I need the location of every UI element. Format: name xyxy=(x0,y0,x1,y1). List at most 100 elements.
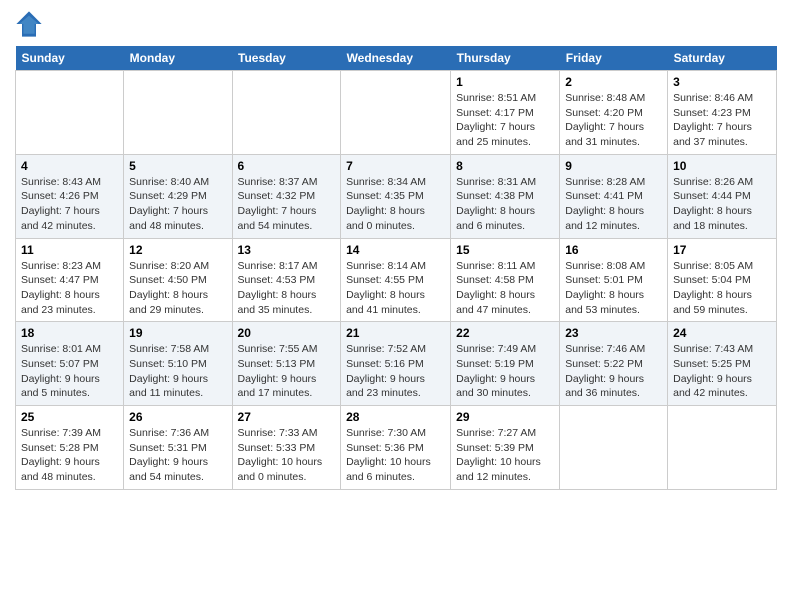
day-number: 27 xyxy=(238,410,336,424)
day-info: Sunrise: 7:52 AM Sunset: 5:16 PM Dayligh… xyxy=(346,342,445,401)
day-number: 12 xyxy=(129,243,226,257)
day-info: Sunrise: 7:27 AM Sunset: 5:39 PM Dayligh… xyxy=(456,426,554,485)
page-header xyxy=(15,10,777,38)
day-number: 20 xyxy=(238,326,336,340)
logo-icon xyxy=(15,10,43,38)
logo xyxy=(15,10,47,38)
day-number: 21 xyxy=(346,326,445,340)
week-row-5: 25 Sunrise: 7:39 AM Sunset: 5:28 PM Dayli… xyxy=(16,406,777,490)
day-number: 28 xyxy=(346,410,445,424)
day-cell: 7 Sunrise: 8:34 AM Sunset: 4:35 PM Daylig… xyxy=(341,154,451,238)
day-info: Sunrise: 8:51 AM Sunset: 4:17 PM Dayligh… xyxy=(456,91,554,150)
day-number: 22 xyxy=(456,326,554,340)
day-info: Sunrise: 8:20 AM Sunset: 4:50 PM Dayligh… xyxy=(129,259,226,318)
week-row-1: 1 Sunrise: 8:51 AM Sunset: 4:17 PM Daylig… xyxy=(16,71,777,155)
day-info: Sunrise: 8:37 AM Sunset: 4:32 PM Dayligh… xyxy=(238,175,336,234)
day-number: 6 xyxy=(238,159,336,173)
day-number: 16 xyxy=(565,243,662,257)
day-info: Sunrise: 8:40 AM Sunset: 4:29 PM Dayligh… xyxy=(129,175,226,234)
day-number: 11 xyxy=(21,243,118,257)
day-number: 17 xyxy=(673,243,771,257)
day-cell: 17 Sunrise: 8:05 AM Sunset: 5:04 PM Dayli… xyxy=(668,238,777,322)
day-cell: 21 Sunrise: 7:52 AM Sunset: 5:16 PM Dayli… xyxy=(341,322,451,406)
day-number: 7 xyxy=(346,159,445,173)
day-cell: 8 Sunrise: 8:31 AM Sunset: 4:38 PM Daylig… xyxy=(451,154,560,238)
day-info: Sunrise: 8:43 AM Sunset: 4:26 PM Dayligh… xyxy=(21,175,118,234)
day-number: 1 xyxy=(456,75,554,89)
day-number: 23 xyxy=(565,326,662,340)
week-row-3: 11 Sunrise: 8:23 AM Sunset: 4:47 PM Dayli… xyxy=(16,238,777,322)
day-info: Sunrise: 8:05 AM Sunset: 5:04 PM Dayligh… xyxy=(673,259,771,318)
day-cell: 18Sunrise: 8:01 AM Sunset: 5:07 PM Dayli… xyxy=(16,322,124,406)
day-info: Sunrise: 7:46 AM Sunset: 5:22 PM Dayligh… xyxy=(565,342,662,401)
day-cell: 23 Sunrise: 7:46 AM Sunset: 5:22 PM Dayli… xyxy=(560,322,668,406)
weekday-header-thursday: Thursday xyxy=(451,46,560,71)
day-cell: 10 Sunrise: 8:26 AM Sunset: 4:44 PM Dayli… xyxy=(668,154,777,238)
weekday-header-monday: Monday xyxy=(124,46,232,71)
day-number: 24 xyxy=(673,326,771,340)
day-info: Sunrise: 8:48 AM Sunset: 4:20 PM Dayligh… xyxy=(565,91,662,150)
day-cell: 19 Sunrise: 7:58 AM Sunset: 5:10 PM Dayli… xyxy=(124,322,232,406)
day-info: Sunrise: 8:23 AM Sunset: 4:47 PM Dayligh… xyxy=(21,259,118,318)
day-info: Sunrise: 8:31 AM Sunset: 4:38 PM Dayligh… xyxy=(456,175,554,234)
day-info: Sunrise: 8:46 AM Sunset: 4:23 PM Dayligh… xyxy=(673,91,771,150)
day-info: Sunrise: 7:58 AM Sunset: 5:10 PM Dayligh… xyxy=(129,342,226,401)
day-number: 25 xyxy=(21,410,118,424)
day-cell: 28Sunrise: 7:30 AM Sunset: 5:36 PM Dayli… xyxy=(341,406,451,490)
weekday-header-tuesday: Tuesday xyxy=(232,46,341,71)
day-cell: 11 Sunrise: 8:23 AM Sunset: 4:47 PM Dayli… xyxy=(16,238,124,322)
day-cell xyxy=(668,406,777,490)
day-number: 19 xyxy=(129,326,226,340)
day-cell xyxy=(232,71,341,155)
day-info: Sunrise: 7:49 AM Sunset: 5:19 PM Dayligh… xyxy=(456,342,554,401)
day-info: Sunrise: 7:39 AM Sunset: 5:28 PM Dayligh… xyxy=(21,426,118,485)
day-info: Sunrise: 8:34 AM Sunset: 4:35 PM Dayligh… xyxy=(346,175,445,234)
day-cell: 24 Sunrise: 7:43 AM Sunset: 5:25 PM Dayli… xyxy=(668,322,777,406)
day-number: 8 xyxy=(456,159,554,173)
day-cell: 20Sunrise: 7:55 AM Sunset: 5:13 PM Dayli… xyxy=(232,322,341,406)
day-cell: 9 Sunrise: 8:28 AM Sunset: 4:41 PM Daylig… xyxy=(560,154,668,238)
weekday-header-wednesday: Wednesday xyxy=(341,46,451,71)
day-cell: 2 Sunrise: 8:48 AM Sunset: 4:20 PM Daylig… xyxy=(560,71,668,155)
day-info: Sunrise: 7:43 AM Sunset: 5:25 PM Dayligh… xyxy=(673,342,771,401)
day-number: 3 xyxy=(673,75,771,89)
day-cell: 4Sunrise: 8:43 AM Sunset: 4:26 PM Daylig… xyxy=(16,154,124,238)
day-cell xyxy=(124,71,232,155)
day-info: Sunrise: 8:08 AM Sunset: 5:01 PM Dayligh… xyxy=(565,259,662,318)
day-cell: 15 Sunrise: 8:11 AM Sunset: 4:58 PM Dayli… xyxy=(451,238,560,322)
weekday-header-sunday: Sunday xyxy=(16,46,124,71)
day-info: Sunrise: 8:11 AM Sunset: 4:58 PM Dayligh… xyxy=(456,259,554,318)
day-cell: 26 Sunrise: 7:36 AM Sunset: 5:31 PM Dayli… xyxy=(124,406,232,490)
weekday-header-friday: Friday xyxy=(560,46,668,71)
week-row-2: 4Sunrise: 8:43 AM Sunset: 4:26 PM Daylig… xyxy=(16,154,777,238)
day-info: Sunrise: 8:14 AM Sunset: 4:55 PM Dayligh… xyxy=(346,259,445,318)
day-info: Sunrise: 7:36 AM Sunset: 5:31 PM Dayligh… xyxy=(129,426,226,485)
day-cell xyxy=(560,406,668,490)
day-number: 9 xyxy=(565,159,662,173)
day-info: Sunrise: 7:33 AM Sunset: 5:33 PM Dayligh… xyxy=(238,426,336,485)
weekday-header-row: SundayMondayTuesdayWednesdayThursdayFrid… xyxy=(16,46,777,71)
day-cell: 6 Sunrise: 8:37 AM Sunset: 4:32 PM Daylig… xyxy=(232,154,341,238)
day-number: 14 xyxy=(346,243,445,257)
day-info: Sunrise: 8:26 AM Sunset: 4:44 PM Dayligh… xyxy=(673,175,771,234)
day-number: 15 xyxy=(456,243,554,257)
day-cell xyxy=(16,71,124,155)
day-info: Sunrise: 8:17 AM Sunset: 4:53 PM Dayligh… xyxy=(238,259,336,318)
day-number: 5 xyxy=(129,159,226,173)
day-cell: 27 Sunrise: 7:33 AM Sunset: 5:33 PM Dayli… xyxy=(232,406,341,490)
day-info: Sunrise: 8:28 AM Sunset: 4:41 PM Dayligh… xyxy=(565,175,662,234)
day-cell: 16 Sunrise: 8:08 AM Sunset: 5:01 PM Dayli… xyxy=(560,238,668,322)
day-number: 13 xyxy=(238,243,336,257)
weekday-header-saturday: Saturday xyxy=(668,46,777,71)
week-row-4: 18Sunrise: 8:01 AM Sunset: 5:07 PM Dayli… xyxy=(16,322,777,406)
day-number: 26 xyxy=(129,410,226,424)
day-number: 10 xyxy=(673,159,771,173)
day-cell: 14 Sunrise: 8:14 AM Sunset: 4:55 PM Dayli… xyxy=(341,238,451,322)
day-cell: 13 Sunrise: 8:17 AM Sunset: 4:53 PM Dayli… xyxy=(232,238,341,322)
day-cell: 29 Sunrise: 7:27 AM Sunset: 5:39 PM Dayli… xyxy=(451,406,560,490)
day-cell: 12 Sunrise: 8:20 AM Sunset: 4:50 PM Dayli… xyxy=(124,238,232,322)
day-cell xyxy=(341,71,451,155)
day-number: 29 xyxy=(456,410,554,424)
day-cell: 3 Sunrise: 8:46 AM Sunset: 4:23 PM Daylig… xyxy=(668,71,777,155)
day-number: 2 xyxy=(565,75,662,89)
